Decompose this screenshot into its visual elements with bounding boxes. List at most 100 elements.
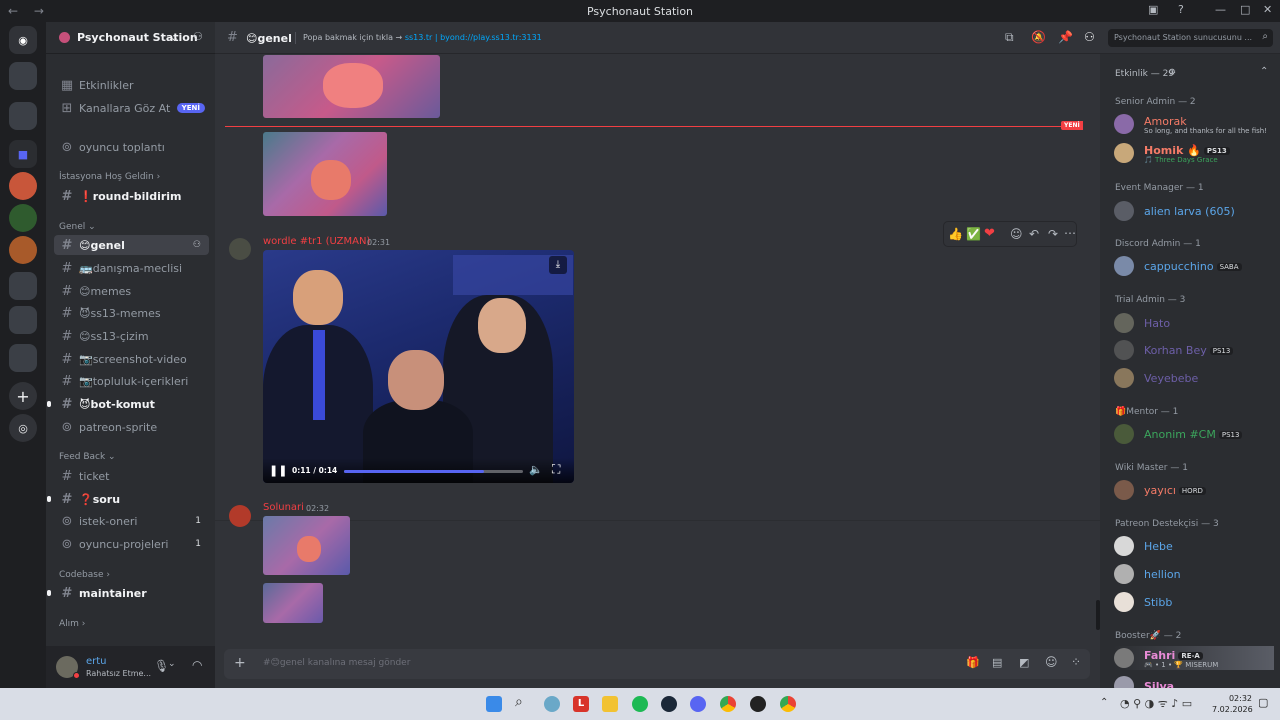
app-icon[interactable] (750, 696, 766, 712)
video-player[interactable]: ⤓ ❚❚ 0:11 / 0:14 🔈 ⛶ (263, 250, 574, 483)
channel-round-bildirim[interactable]: # ❗round-bildirim (54, 186, 209, 206)
category-alim[interactable]: Alım › (59, 619, 85, 629)
channel-ss13-cizim[interactable]: # 😊ss13-çizim (54, 326, 209, 346)
channel-ticket[interactable]: # ticket (54, 466, 209, 486)
forward-icon[interactable]: ↷ (1048, 227, 1058, 241)
minimize-button[interactable]: — (1215, 3, 1226, 16)
volume-icon[interactable]: 🔈 (529, 463, 543, 476)
server-folder[interactable] (9, 306, 37, 334)
inbox-icon[interactable]: ▣ (1148, 3, 1158, 16)
channel-genel[interactable]: # 😊genel ⚇ (54, 235, 209, 255)
add-member-icon[interactable]: ⚇ (193, 240, 201, 250)
member-item[interactable]: yayıcı HORD (1114, 478, 1274, 502)
avatar[interactable] (229, 238, 251, 260)
apps-icon[interactable]: ⁘ (1071, 655, 1081, 669)
clock-date[interactable]: 7.02.2026 (1212, 705, 1253, 714)
folder-icon[interactable]: ■ (9, 140, 37, 168)
channel-memes[interactable]: # 😊memes (54, 281, 209, 301)
username[interactable]: ertu (86, 656, 107, 667)
spotify-icon[interactable] (632, 696, 648, 712)
tray-icons[interactable]: ◔ ⚲ ◑ ᯤ ♪ ▭ (1120, 696, 1192, 711)
member-item[interactable]: Fahri RE-A 🎮 • 1 • 🏆 MISERUM (1114, 646, 1274, 670)
sidebar-item-browse-channels[interactable]: ⊞ Kanallara Göz At YENİ (54, 98, 209, 118)
message-author[interactable]: Solunari (263, 502, 304, 513)
threads-icon[interactable]: ⧉ (1005, 30, 1014, 45)
add-server-icon[interactable]: + (9, 382, 37, 410)
image-attachment[interactable] (263, 583, 323, 623)
image-attachment[interactable] (263, 132, 387, 216)
member-item[interactable]: cappucchino SABA (1114, 254, 1274, 278)
channel-danisma-meclisi[interactable]: # 🚌danışma-meclisi (54, 258, 209, 278)
chevron-down-icon[interactable]: ⌄ (168, 659, 176, 669)
microphone-icon[interactable]: 🎙 (154, 659, 169, 673)
server-header[interactable]: Psychonaut Station ⌄ ⚇ (46, 22, 215, 54)
help-icon[interactable]: ? (1178, 3, 1184, 16)
steam-icon[interactable] (661, 696, 677, 712)
channel-istek-oneri[interactable]: ⊚ istek-oneri 1 (54, 511, 209, 531)
member-list-icon[interactable]: ⚇ (1084, 30, 1095, 44)
gift-icon[interactable]: 🎁 (966, 656, 980, 669)
heart-reaction[interactable]: ❤ (984, 226, 995, 241)
discord-home-icon[interactable]: ◉ (9, 26, 37, 54)
server-folder[interactable] (9, 344, 37, 372)
fullscreen-icon[interactable]: ⛶ (552, 462, 560, 477)
reply-icon[interactable]: ↶ (1029, 227, 1039, 241)
member-item[interactable]: hellion (1114, 562, 1274, 586)
app-icon[interactable] (544, 696, 560, 712)
more-options-icon[interactable]: ⋯ (1064, 226, 1076, 240)
channel-soru[interactable]: # ❓soru (54, 489, 209, 509)
category-feedback[interactable]: Feed Back ⌄ (59, 452, 116, 462)
topic-link[interactable]: ss13.tr | byond://play.ss13.tr:3131 (405, 33, 542, 42)
download-icon[interactable]: ⤓ (549, 256, 567, 274)
server-icon[interactable] (9, 204, 37, 232)
member-item[interactable]: Amorak So long, and thanks for all the fi… (1114, 112, 1274, 136)
channel-patreon-sprite[interactable]: ⊚ patreon-sprite (54, 417, 209, 437)
member-item[interactable]: Veyebebe (1114, 366, 1274, 390)
app-l-icon[interactable]: L (573, 696, 589, 712)
video-progress-track[interactable] (344, 470, 523, 473)
server-icon[interactable] (9, 236, 37, 264)
category-welcome[interactable]: İstasyona Hoş Geldin › (59, 172, 160, 182)
clock-time[interactable]: 02:32 (1226, 694, 1252, 703)
attach-plus-icon[interactable]: + (234, 655, 246, 671)
image-attachment[interactable] (263, 516, 350, 575)
search-icon[interactable]: ⌕ (515, 694, 531, 710)
server-folder[interactable] (9, 102, 37, 130)
member-item[interactable]: Hebe (1114, 534, 1274, 558)
member-item[interactable]: Hato (1114, 311, 1274, 335)
gif-icon[interactable]: ▤ (992, 656, 1002, 669)
discord-icon[interactable] (690, 696, 706, 712)
member-item[interactable]: Korhan Bey PS13 (1114, 338, 1274, 362)
message-input[interactable]: #😊genel kanalına mesaj gönder (263, 658, 410, 668)
discover-icon[interactable]: ◎ (9, 414, 37, 442)
chrome-icon[interactable] (720, 696, 736, 712)
category-genel[interactable]: Genel ⌄ (59, 222, 96, 232)
close-button[interactable]: ✕ (1263, 3, 1272, 16)
member-item[interactable]: Silva (1114, 674, 1274, 688)
add-reaction-icon[interactable]: ☺ (1010, 227, 1023, 241)
pin-icon[interactable]: 📌 (1058, 30, 1073, 44)
pause-icon[interactable]: ❚❚ (269, 464, 287, 477)
maximize-button[interactable]: □ (1240, 3, 1250, 16)
server-folder[interactable] (9, 62, 37, 90)
sticker-icon[interactable]: ◩ (1019, 656, 1029, 669)
start-icon[interactable] (486, 696, 502, 712)
server-folder[interactable] (9, 272, 37, 300)
server-psychonaut[interactable] (9, 172, 37, 200)
channel-bot-komut[interactable]: # 😈bot-komut (54, 394, 209, 414)
sidebar-item-events[interactable]: ▦ Etkinlikler (54, 75, 209, 95)
chrome-icon[interactable] (780, 696, 796, 712)
channel-maintainer[interactable]: # maintainer (54, 583, 209, 603)
emoji-icon[interactable]: ☺ (1045, 655, 1058, 669)
tray-chevron-icon[interactable]: ⌃ (1100, 697, 1108, 708)
file-explorer-icon[interactable] (602, 696, 618, 712)
headphones-icon[interactable]: ◠ (192, 658, 202, 672)
channel-screenshot-video[interactable]: # 📷screenshot-video (54, 349, 209, 369)
thumbs-up-reaction[interactable]: 👍 (948, 227, 963, 241)
member-item[interactable]: alien larva (605) (1114, 199, 1274, 223)
channel-ss13-memes[interactable]: # 😈ss13-memes (54, 303, 209, 323)
avatar[interactable] (229, 505, 251, 527)
check-reaction[interactable]: ✅ (966, 227, 981, 241)
collapse-icon[interactable]: ⌃ (1260, 66, 1268, 77)
member-item[interactable]: Anonim #CM PS13 (1114, 422, 1274, 446)
